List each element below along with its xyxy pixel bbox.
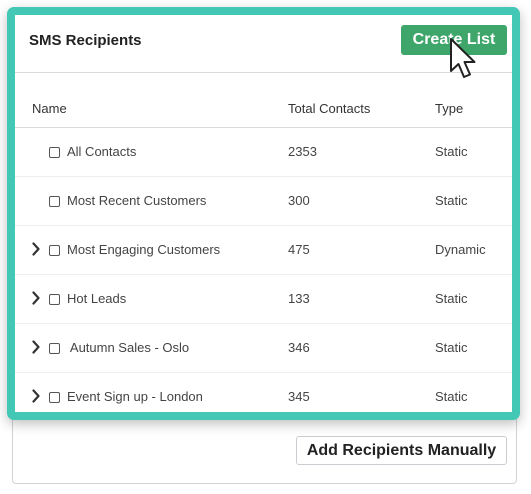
list-type: Static: [435, 340, 468, 355]
create-list-button[interactable]: Create List: [401, 25, 507, 55]
list-name: Event Sign up - London: [67, 389, 203, 404]
table-header: Name Total Contacts Type: [15, 89, 512, 128]
row-checkbox[interactable]: [49, 196, 60, 207]
table-row: Most Engaging Customers 475 Dynamic: [15, 226, 512, 275]
table-row: Most Recent Customers 300 Static: [15, 177, 512, 226]
list-total-contacts: 346: [288, 340, 310, 355]
list-type: Static: [435, 291, 468, 306]
recipients-card: SMS Recipients Create List Name Total Co…: [7, 7, 520, 420]
row-checkbox[interactable]: [49, 245, 60, 256]
column-header-total-contacts: Total Contacts: [288, 101, 371, 116]
table-row: Event Sign up - London 345 Static: [15, 373, 512, 412]
list-type: Static: [435, 389, 468, 404]
list-total-contacts: 133: [288, 291, 310, 306]
column-header-name: Name: [32, 101, 67, 116]
list-name: Hot Leads: [67, 291, 127, 306]
list-total-contacts: 300: [288, 193, 310, 208]
card-title: SMS Recipients: [29, 32, 142, 49]
add-recipients-manually-button[interactable]: Add Recipients Manually: [296, 436, 507, 465]
row-checkbox[interactable]: [49, 392, 60, 403]
table-row: Hot Leads 133 Static: [15, 275, 512, 324]
recipients-table: Name Total Contacts Type All Contacts 23…: [15, 89, 512, 412]
chevron-right-icon[interactable]: [32, 242, 40, 256]
list-name: Most Engaging Customers: [67, 242, 221, 257]
chevron-right-icon[interactable]: [32, 389, 40, 403]
chevron-right-icon[interactable]: [32, 340, 40, 354]
table-row: Autumn Sales - Oslo 346 Static: [15, 324, 512, 373]
chevron-right-icon[interactable]: [32, 291, 40, 305]
table-row: All Contacts 2353 Static: [15, 128, 512, 177]
row-checkbox[interactable]: [49, 343, 60, 354]
list-name: All Contacts: [67, 144, 137, 159]
list-total-contacts: 2353: [288, 144, 317, 159]
list-total-contacts: 475: [288, 242, 310, 257]
row-checkbox[interactable]: [49, 294, 60, 305]
list-type: Static: [435, 193, 468, 208]
card-header: SMS Recipients Create List: [15, 15, 512, 73]
list-total-contacts: 345: [288, 389, 310, 404]
list-name: Most Recent Customers: [67, 193, 207, 208]
list-type: Static: [435, 144, 468, 159]
column-header-type: Type: [435, 101, 464, 116]
list-name: Autumn Sales - Oslo: [67, 340, 190, 355]
list-type: Dynamic: [435, 242, 486, 257]
row-checkbox[interactable]: [49, 147, 60, 158]
